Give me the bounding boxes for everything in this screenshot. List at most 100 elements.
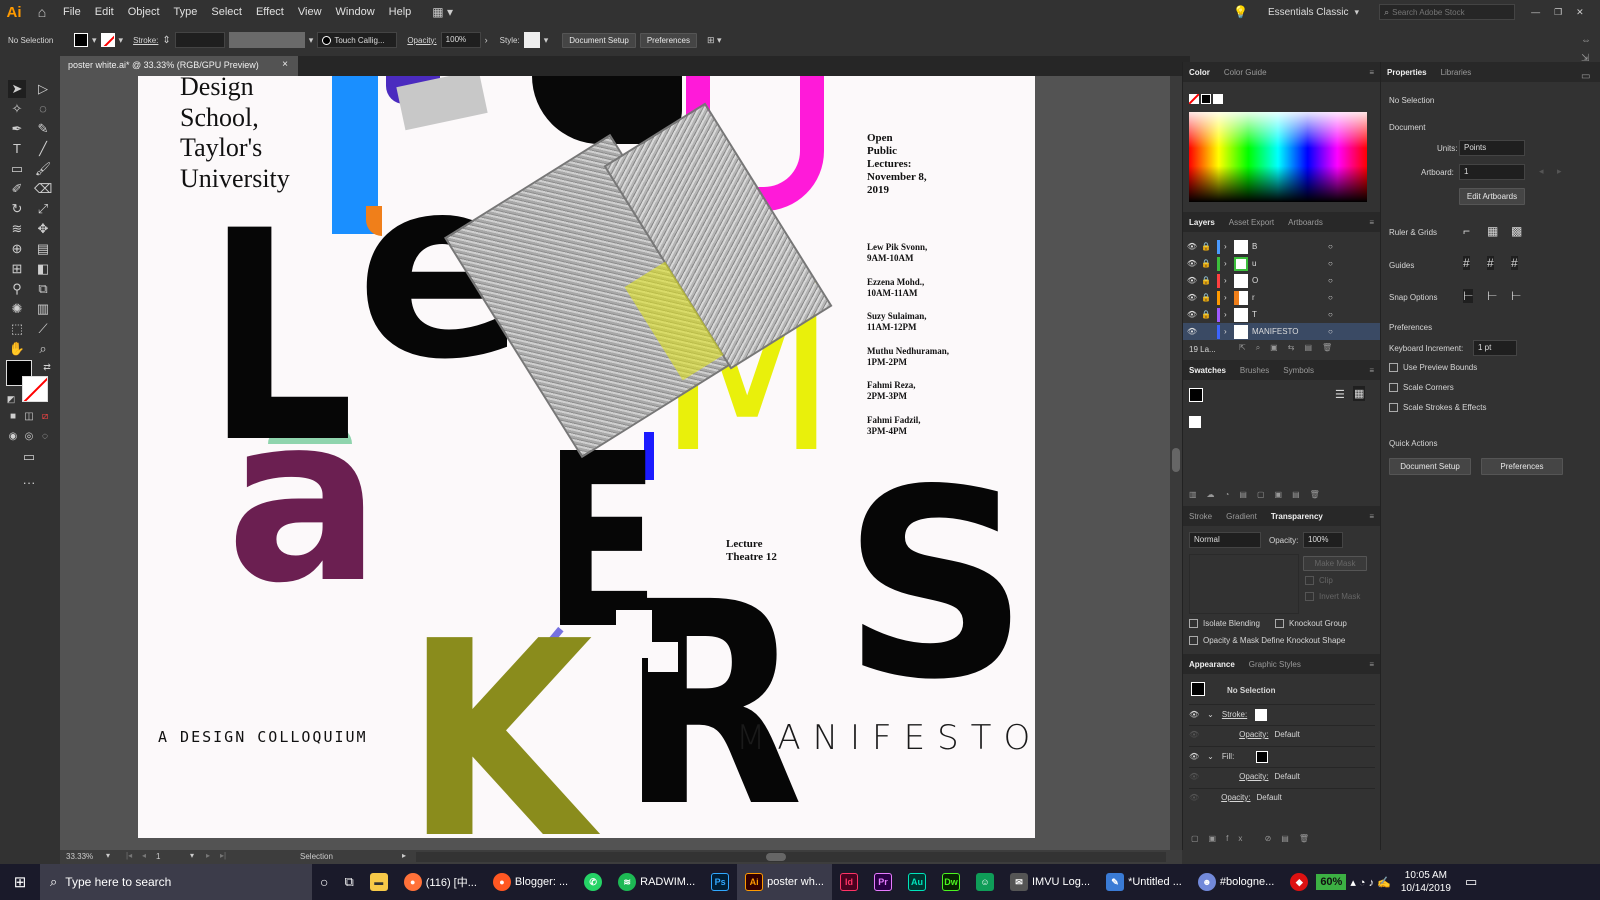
lock-icon[interactable]: 🔒 — [1201, 310, 1213, 319]
grid-icon[interactable]: ▦ — [1487, 224, 1498, 238]
eyedropper-tool-icon[interactable]: ⚲ — [8, 280, 26, 298]
taskbar-app-indesign[interactable]: Id — [832, 864, 866, 900]
magic-wand-tool-icon[interactable]: ✧ — [8, 100, 26, 118]
visibility-eye-icon[interactable]: 👁 — [1183, 242, 1201, 251]
show-guides-icon[interactable]: # — [1463, 256, 1470, 270]
tab-color-guide[interactable]: Color Guide — [1224, 68, 1267, 77]
tab-stroke[interactable]: Stroke — [1189, 512, 1212, 521]
collapse-arrow-icon[interactable]: ⌄ — [1207, 710, 1214, 719]
chevron-down-icon[interactable]: ▾ — [309, 35, 314, 46]
layers-footer-icons[interactable]: ⇱⌕▣⇆▤🗑 — [1239, 343, 1342, 353]
rotate-tool-icon[interactable]: ↻ — [8, 200, 26, 218]
snap-grid-icon[interactable]: ⊢ — [1511, 289, 1521, 303]
antivirus-icon[interactable]: ◆ — [1282, 864, 1316, 900]
workspace-switcher[interactable]: Essentials Classic — [1268, 7, 1349, 18]
color-spectrum[interactable] — [1189, 112, 1367, 202]
stroke-label[interactable]: Stroke: — [133, 36, 158, 45]
target-circle-icon[interactable]: ○ — [1328, 276, 1333, 285]
visibility-eye-icon[interactable]: 👁 — [1183, 259, 1201, 268]
brush-definition[interactable]: Touch Callig... — [317, 32, 398, 48]
stock-search-input[interactable] — [1392, 7, 1503, 17]
quick-preferences-button[interactable]: Preferences — [1481, 458, 1563, 475]
arrange-documents-icon[interactable]: ▦ ▾ — [432, 5, 453, 19]
panel-menu-icon[interactable]: ≡ — [1369, 218, 1374, 227]
taskbar-app-premiere[interactable]: Pr — [866, 864, 900, 900]
visibility-eye-icon[interactable]: 👁 — [1189, 710, 1199, 719]
white-block-1[interactable] — [616, 610, 652, 658]
tab-asset-export[interactable]: Asset Export — [1229, 218, 1274, 227]
panel-menu-icon[interactable]: ≡ — [1369, 660, 1374, 669]
expand-arrow-icon[interactable]: › — [1224, 293, 1234, 302]
edit-toolbar-icon[interactable]: ··· — [20, 474, 38, 492]
dock-icons[interactable]: ⇔ ⇲ ▭ — [1581, 32, 1591, 86]
artboard-select[interactable]: 1 — [1459, 164, 1525, 180]
artboard-number[interactable]: 1 — [156, 852, 160, 861]
fill-black-swatch[interactable] — [1256, 751, 1269, 763]
swatches-footer-icons[interactable]: ▥☁◔▤▢▣▤🗑 — [1189, 490, 1330, 499]
opacity-field[interactable]: 100% — [440, 32, 481, 48]
smart-guides-icon[interactable]: # — [1511, 256, 1518, 270]
menu-object[interactable]: Object — [121, 0, 167, 24]
opacity-mask-checkbox[interactable]: Opacity & Mask Define Knockout Shape — [1189, 636, 1345, 646]
visibility-eye-icon[interactable]: 👁 — [1183, 276, 1201, 285]
taskbar-app-discord[interactable]: ☻ #bologne... — [1190, 864, 1282, 900]
prev-artboard-icon[interactable]: ◂ — [142, 851, 146, 860]
lock-icon[interactable]: 🔒 — [1201, 242, 1213, 251]
menu-file[interactable]: File — [56, 0, 88, 24]
cortana-icon[interactable]: ○ — [312, 864, 336, 900]
chevron-down-icon[interactable]: ▾ — [190, 851, 194, 860]
stroke-weight-stepper[interactable]: ⇕ — [162, 35, 170, 46]
horizontal-scrollbar[interactable] — [416, 852, 1166, 862]
expand-arrow-icon[interactable]: › — [1224, 259, 1234, 268]
letter-a[interactable]: a — [226, 386, 381, 616]
ruler-icon[interactable]: ⌐ — [1463, 224, 1470, 238]
invert-mask-checkbox[interactable]: Invert Mask — [1305, 592, 1360, 602]
align-options-icon[interactable]: ⊞ ▾ — [707, 35, 722, 46]
taskbar-app-audition[interactable]: Au — [900, 864, 934, 900]
pen-tool-icon[interactable]: ✒ — [8, 120, 26, 138]
tab-brushes[interactable]: Brushes — [1240, 366, 1269, 375]
notification-center-icon[interactable]: ▭ — [1457, 864, 1485, 900]
visibility-eye-icon[interactable]: 👁 — [1189, 752, 1199, 761]
menu-edit[interactable]: Edit — [88, 0, 121, 24]
artboard[interactable]: L e a E K R S M Design School, Taylor's … — [138, 76, 1035, 838]
minimize-icon[interactable]: — — [1531, 7, 1540, 17]
file-explorer-icon[interactable]: ▬ — [362, 864, 396, 900]
collapse-arrow-icon[interactable]: ⌄ — [1207, 752, 1214, 761]
appearance-fill-row[interactable]: 👁 ⌄ Fill: — [1189, 746, 1375, 764]
taskbar-app-spotify[interactable]: ≋ RADWIM... — [610, 864, 703, 900]
target-circle-icon[interactable]: ○ — [1328, 310, 1333, 319]
taskbar-app-photoshop[interactable]: Ps — [703, 864, 737, 900]
layer-name[interactable]: O — [1252, 276, 1328, 285]
rectangle-tool-icon[interactable]: ▭ — [8, 160, 26, 178]
menu-select[interactable]: Select — [204, 0, 249, 24]
tab-properties[interactable]: Properties — [1387, 68, 1427, 77]
none-mode-icon[interactable]: ⧄ — [36, 408, 54, 426]
panel-menu-icon[interactable]: ≡ — [1369, 68, 1374, 77]
make-mask-button[interactable]: Make Mask — [1303, 556, 1367, 571]
chevron-down-icon[interactable]: ▾ — [119, 35, 124, 46]
prev-artboard-arrow-icon[interactable]: ◂ — [1539, 166, 1544, 177]
lasso-tool-icon[interactable]: ◌ — [34, 100, 52, 118]
layer-row[interactable]: 👁 🔒 › r ○ — [1183, 289, 1381, 306]
layer-name[interactable]: r — [1252, 293, 1328, 302]
document-tab[interactable]: poster white.ai* @ 33.33% (RGB/GPU Previ… — [60, 56, 298, 76]
layer-row[interactable]: 👁 🔒 › O ○ — [1183, 272, 1381, 289]
expand-arrow-icon[interactable]: › — [1224, 310, 1234, 319]
expand-arrow-icon[interactable]: › — [1224, 327, 1234, 336]
tab-layers[interactable]: Layers — [1189, 218, 1215, 227]
task-view-icon[interactable]: ⧉ — [336, 864, 361, 900]
swatch-none[interactable] — [1189, 416, 1201, 428]
panel-menu-icon[interactable]: ≡ — [1369, 366, 1374, 375]
taskbar-app-notepad[interactable]: ✎ *Untitled ... — [1098, 864, 1190, 900]
draw-inside-icon[interactable]: ◌ — [36, 428, 54, 446]
keyboard-increment-field[interactable]: 1 pt — [1473, 340, 1517, 356]
stock-search[interactable]: ⌕ — [1379, 4, 1516, 20]
vertical-scrollbar[interactable] — [1170, 76, 1182, 850]
lock-icon[interactable]: 🔒 — [1201, 259, 1213, 268]
layer-row[interactable]: 👁 🔒 › T ○ — [1183, 306, 1381, 323]
taskbar-app-dreamweaver[interactable]: Dw — [934, 864, 968, 900]
stroke-swatch[interactable] — [100, 33, 115, 47]
lock-guides-icon[interactable]: # — [1487, 256, 1494, 270]
chevron-down-icon[interactable]: ▾ — [544, 35, 549, 46]
